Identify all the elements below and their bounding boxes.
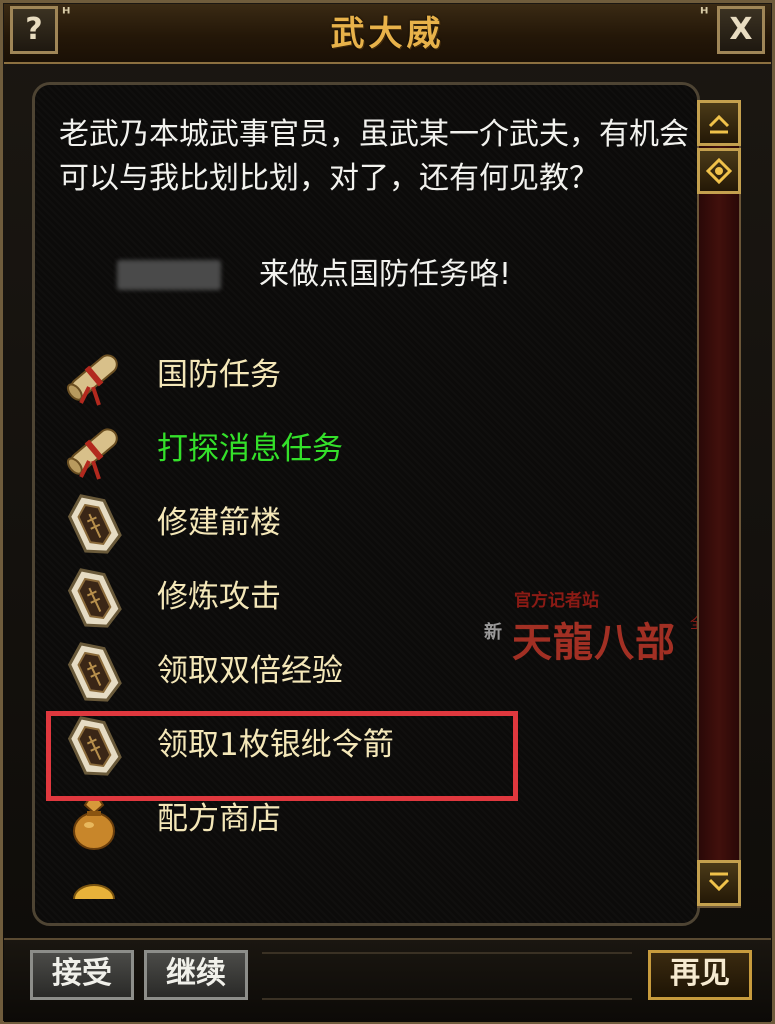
scroll-icon <box>66 428 118 480</box>
highlight-frame <box>46 711 518 801</box>
option-label: 配方商店 <box>157 801 281 837</box>
scroll-down-button[interactable] <box>697 860 741 906</box>
watermark-small-text: 官方记者站 <box>514 591 599 611</box>
player-line: 来做点国防任务咯! <box>117 253 677 297</box>
token-icon <box>67 568 122 628</box>
watermark-logo: 官方记者站 新 天龍八部 全店 <box>478 586 728 676</box>
option-build-tower[interactable]: 修建箭楼 <box>59 489 659 559</box>
continue-button[interactable]: 继续 <box>144 950 248 1000</box>
pin-icon: ᴴ <box>700 4 709 23</box>
watermark-prefix: 新 <box>484 622 502 643</box>
option-label: 打探消息任务 <box>157 431 343 467</box>
option-partially-hidden[interactable] <box>59 859 659 899</box>
bottom-decor-strip <box>262 952 632 1000</box>
coin-icon <box>73 884 115 899</box>
npc-name-title: 武大威 <box>330 14 445 54</box>
goodbye-button[interactable]: 再见 <box>648 950 752 1000</box>
chevron-up-icon <box>708 114 730 134</box>
option-scout-quest[interactable]: 打探消息任务 <box>59 415 659 485</box>
accept-button[interactable]: 接受 <box>30 950 134 1000</box>
token-icon <box>67 494 122 554</box>
blurred-player-name <box>117 260 221 290</box>
scrollbar-track[interactable] <box>697 100 741 908</box>
pin-icon: ᴴ <box>62 4 71 23</box>
scroll-up-button[interactable] <box>697 100 741 146</box>
scroll-thumb[interactable] <box>697 148 741 194</box>
option-defense-quest[interactable]: 国防任务 <box>59 341 659 411</box>
scroll-icon <box>66 354 118 406</box>
player-line-text: 来做点国防任务咯! <box>259 257 512 292</box>
option-label: 领取双倍经验 <box>157 653 343 689</box>
token-icon <box>67 642 122 702</box>
diamond-icon <box>705 157 733 185</box>
close-button[interactable]: X <box>717 6 765 54</box>
option-label: 修炼攻击 <box>157 579 281 615</box>
chevron-down-icon <box>708 872 730 892</box>
help-button[interactable]: ? <box>10 6 58 54</box>
option-label: 修建箭楼 <box>157 505 281 541</box>
npc-dialogue-text: 老武乃本城武事官员，虽武某一介武夫，有机会可以与我比划比划，对了，还有何见教？ <box>59 117 689 196</box>
watermark-main-text: 天龍八部 <box>512 619 676 666</box>
option-label: 国防任务 <box>157 357 281 393</box>
